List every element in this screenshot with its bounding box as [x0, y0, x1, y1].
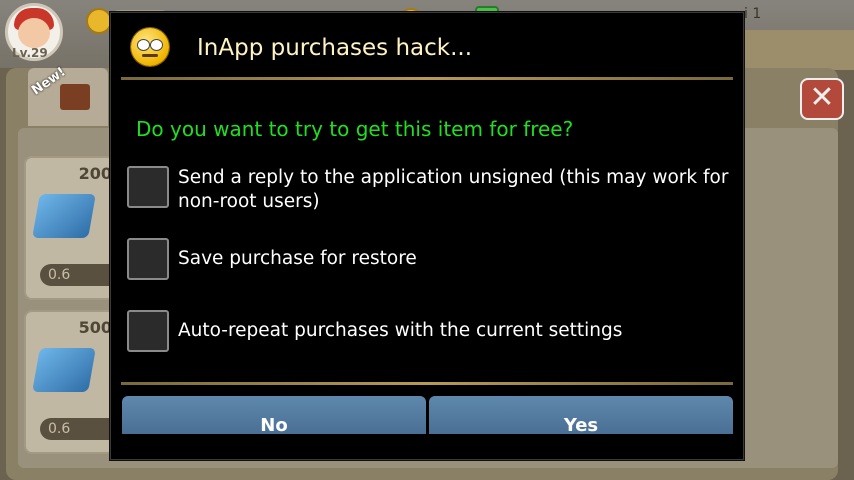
- house-icon: [60, 84, 90, 110]
- item-quantity: 200: [78, 164, 112, 183]
- diamond-icon: [32, 348, 96, 392]
- checkbox[interactable]: [127, 310, 169, 352]
- no-button[interactable]: No: [122, 396, 426, 434]
- dialog-header: InApp purchases hack...: [111, 13, 743, 77]
- checkbox[interactable]: [127, 238, 169, 280]
- option-label: Save purchase for restore: [178, 248, 417, 269]
- shop-item[interactable]: 200 0.6: [24, 156, 128, 300]
- checkbox[interactable]: [127, 166, 169, 208]
- yes-button[interactable]: Yes: [429, 396, 733, 434]
- diamond-icon: [32, 194, 96, 238]
- close-icon[interactable]: ✕: [800, 78, 844, 120]
- coin-icon: [86, 8, 112, 34]
- header-divider: [121, 77, 733, 80]
- item-quantity: 500: [78, 318, 112, 337]
- header-text: i 1: [744, 6, 762, 22]
- shop-item[interactable]: 500 0.6: [24, 310, 128, 454]
- option-label: Send a reply to the application unsigned…: [178, 167, 729, 212]
- dialog-title: InApp purchases hack...: [197, 35, 473, 61]
- header-strip: i 1: [742, 6, 854, 70]
- inapp-hack-dialog: InApp purchases hack... Do you want to t…: [110, 12, 744, 460]
- smiley-icon: [131, 28, 169, 66]
- option-label: Auto-repeat purchases with the current s…: [178, 320, 623, 341]
- player-level: Lv.29: [12, 46, 48, 60]
- footer-divider: [121, 382, 733, 385]
- dialog-question: Do you want to try to get this item for …: [136, 117, 574, 141]
